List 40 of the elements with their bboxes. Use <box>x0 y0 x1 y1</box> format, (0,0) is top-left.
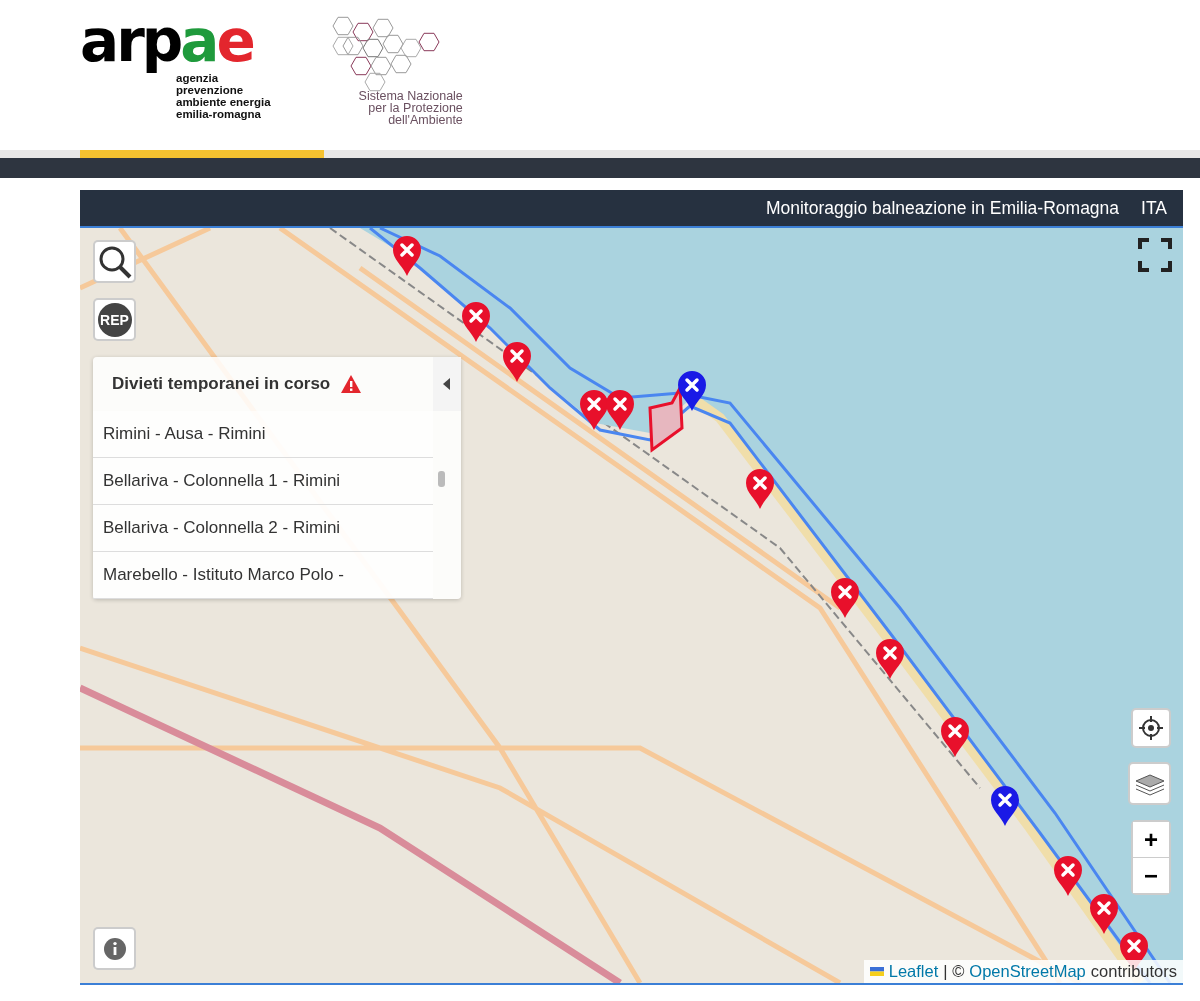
partner-logo-text: Sistema Nazionale per la Protezione dell'Ambiente <box>358 90 463 126</box>
map-marker[interactable] <box>606 390 634 430</box>
attribution-text: contributors <box>1090 962 1177 981</box>
arpae-logo-wordmark: arpae <box>80 6 253 75</box>
rep-button[interactable]: REP <box>93 298 136 341</box>
layers-button[interactable] <box>1128 762 1171 805</box>
locate-button[interactable] <box>1131 708 1171 748</box>
map-marker[interactable] <box>876 639 904 679</box>
map-marker[interactable] <box>462 302 490 342</box>
attribution-separator: | © <box>943 962 965 981</box>
info-button[interactable] <box>93 927 136 970</box>
map-marker[interactable] <box>678 371 706 411</box>
logo-tagline: agenzia prevenzione ambiente energia emilia-romagna <box>176 72 271 120</box>
map-marker[interactable] <box>991 786 1019 826</box>
map-marker[interactable] <box>580 390 608 430</box>
map-marker[interactable] <box>393 236 421 276</box>
info-icon <box>102 936 127 961</box>
language-selector[interactable]: ITA <box>1141 197 1167 219</box>
map-marker[interactable] <box>1090 894 1118 934</box>
zoom-in-button[interactable]: + <box>1133 822 1169 858</box>
map-title: Monitoraggio balneazione in Emilia-Romagna <box>765 197 1120 219</box>
panel-title: Divieti temporanei in corso <box>112 374 331 394</box>
fullscreen-icon[interactable] <box>1138 238 1172 272</box>
crosshair-icon <box>1138 715 1164 741</box>
ban-list-item[interactable]: Bellariva - Colonnella 2 - Rimini <box>93 505 433 552</box>
ban-list-item[interactable]: Rimini - Ausa - Rimini <box>93 411 433 458</box>
map-marker[interactable] <box>831 578 859 618</box>
map-marker[interactable] <box>746 469 774 509</box>
flag-icon <box>869 967 884 976</box>
map-marker[interactable] <box>1054 856 1082 896</box>
map-marker[interactable] <box>941 717 969 757</box>
ban-list-item[interactable]: Marebello - Istituto Marco Polo - <box>93 552 433 599</box>
leaflet-link[interactable]: Leaflet <box>888 962 939 981</box>
warning-icon <box>340 374 363 394</box>
collapse-toggle[interactable] <box>433 357 461 411</box>
ban-list-item[interactable]: Bellariva - Colonnella 1 - Rimini <box>93 458 433 505</box>
scrollbar-thumb[interactable] <box>438 471 445 487</box>
search-button[interactable] <box>93 240 136 283</box>
osm-link[interactable]: OpenStreetMap <box>969 962 1086 981</box>
map-marker[interactable] <box>503 342 531 382</box>
